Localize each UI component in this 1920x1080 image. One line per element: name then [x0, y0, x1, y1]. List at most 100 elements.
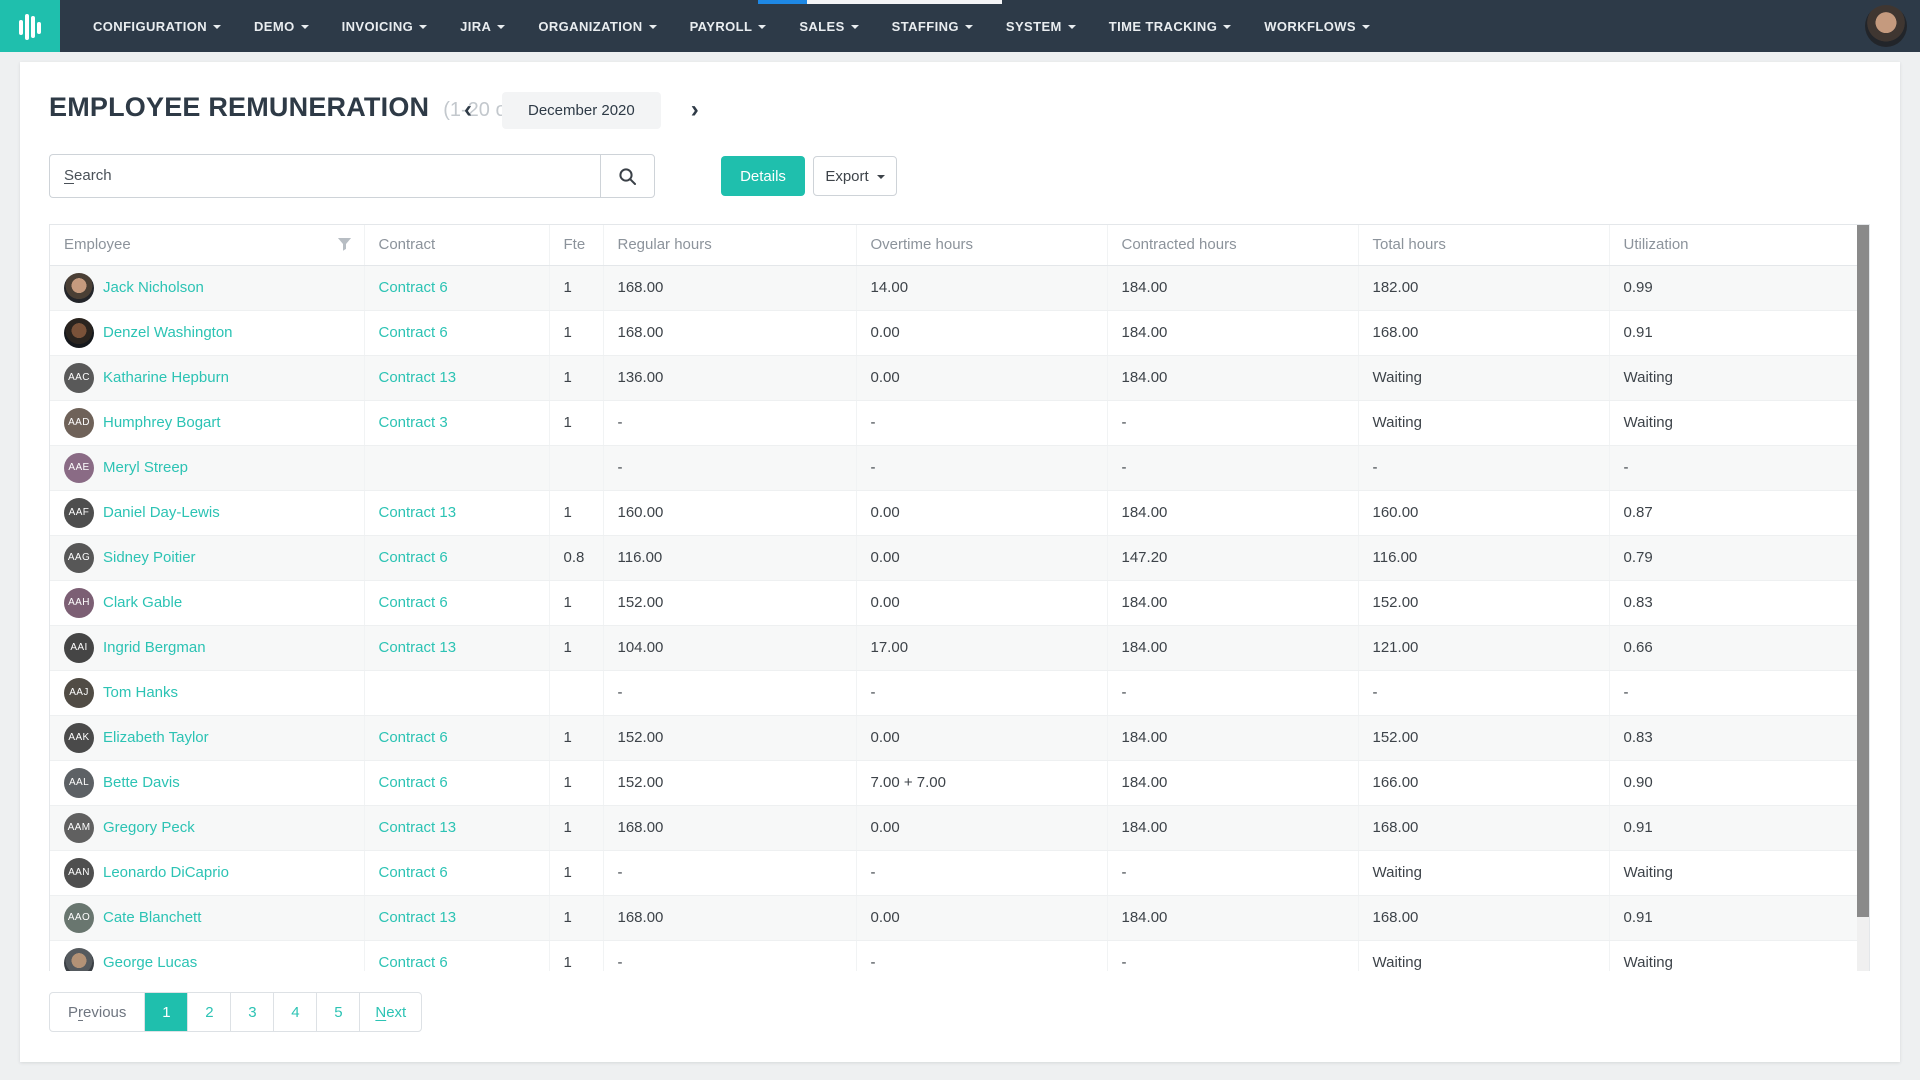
cell-fte: 1	[549, 490, 603, 535]
cell-overtime-hours: -	[856, 445, 1107, 490]
contract-link[interactable]: Contract 6	[379, 729, 448, 746]
column-header-utilization[interactable]: Utilization	[1609, 225, 1859, 265]
column-header-contracted[interactable]: Contracted hours	[1107, 225, 1358, 265]
contract-link[interactable]: Contract 6	[379, 549, 448, 566]
column-header-fte[interactable]: Fte	[549, 225, 603, 265]
cell-contracted-hours: 184.00	[1107, 625, 1358, 670]
employee-link[interactable]: Sidney Poitier	[103, 549, 196, 566]
nav-item-payroll[interactable]: PAYROLL	[690, 19, 767, 34]
nav-item-organization[interactable]: ORGANIZATION	[538, 19, 656, 34]
cell-contracted-hours: 184.00	[1107, 265, 1358, 310]
employee-link[interactable]: Gregory Peck	[103, 819, 195, 836]
table-row: AADHumphrey BogartContract 31---WaitingW…	[50, 400, 1859, 445]
search-input[interactable]	[49, 154, 600, 198]
cell-utilization: 0.90	[1609, 760, 1859, 805]
employee-link[interactable]: Meryl Streep	[103, 459, 188, 476]
contract-link[interactable]: Contract 6	[379, 954, 448, 971]
contract-link[interactable]: Contract 13	[379, 369, 457, 386]
nav-item-invoicing[interactable]: INVOICING	[342, 19, 428, 34]
table-scrollbar[interactable]	[1857, 225, 1869, 971]
app-logo[interactable]	[0, 0, 60, 52]
contract-link[interactable]: Contract 6	[379, 324, 448, 341]
employee-link[interactable]: Daniel Day-Lewis	[103, 504, 220, 521]
table-row: AALBette DavisContract 61152.007.00 + 7.…	[50, 760, 1859, 805]
cell-overtime-hours: 7.00 + 7.00	[856, 760, 1107, 805]
nav-item-staffing[interactable]: STAFFING	[892, 19, 973, 34]
nav-item-sales[interactable]: SALES	[799, 19, 858, 34]
employee-link[interactable]: Katharine Hepburn	[103, 369, 229, 386]
cell-utilization: 0.91	[1609, 805, 1859, 850]
contract-link[interactable]: Contract 13	[379, 639, 457, 656]
column-header-label: Regular hours	[618, 236, 712, 253]
contract-link[interactable]: Contract 13	[379, 909, 457, 926]
search-button[interactable]	[600, 154, 655, 198]
cell-employee: Jack Nicholson	[50, 265, 364, 310]
cell-total-hours: 182.00	[1358, 265, 1609, 310]
nav-item-demo[interactable]: DEMO	[254, 19, 309, 34]
contract-link[interactable]: Contract 13	[379, 819, 457, 836]
contract-link[interactable]: Contract 3	[379, 414, 448, 431]
nav-item-workflows[interactable]: WORKFLOWS	[1264, 19, 1370, 34]
nav-item-label: CONFIGURATION	[93, 19, 207, 34]
cell-fte: 1	[549, 265, 603, 310]
employee-link[interactable]: Bette Davis	[103, 774, 180, 791]
cell-regular-hours: 104.00	[603, 625, 856, 670]
contract-link[interactable]: Contract 6	[379, 279, 448, 296]
employee-link[interactable]: Ingrid Bergman	[103, 639, 206, 656]
export-button[interactable]: Export	[813, 156, 897, 196]
cell-contracted-hours: -	[1107, 400, 1358, 445]
cell-utilization: -	[1609, 445, 1859, 490]
details-button[interactable]: Details	[721, 156, 805, 196]
employee-link[interactable]: Leonardo DiCaprio	[103, 864, 229, 881]
user-avatar[interactable]	[1865, 5, 1907, 47]
cell-total-hours: 168.00	[1358, 310, 1609, 355]
column-header-regular[interactable]: Regular hours	[603, 225, 856, 265]
employee-link[interactable]: Jack Nicholson	[103, 279, 204, 296]
pagination-page-1[interactable]: 1	[145, 993, 188, 1031]
nav-item-time-tracking[interactable]: TIME TRACKING	[1109, 19, 1231, 34]
chevron-down-icon	[649, 25, 657, 29]
pagination-page-5[interactable]: 5	[317, 993, 360, 1031]
cell-employee: AAEMeryl Streep	[50, 445, 364, 490]
nav-item-jira[interactable]: JIRA	[460, 19, 505, 34]
cell-regular-hours: 168.00	[603, 310, 856, 355]
export-button-label: Export	[825, 168, 868, 185]
cell-total-hours: Waiting	[1358, 400, 1609, 445]
pagination-next[interactable]: Next	[360, 993, 421, 1031]
employee-link[interactable]: Tom Hanks	[103, 684, 178, 701]
cell-contracted-hours: 184.00	[1107, 895, 1358, 940]
cell-employee: AAI Ingrid Bergman	[50, 625, 364, 670]
contract-link[interactable]: Contract 13	[379, 504, 457, 521]
table-scrollbar-thumb[interactable]	[1857, 225, 1869, 917]
column-header-overtime[interactable]: Overtime hours	[856, 225, 1107, 265]
contract-link[interactable]: Contract 6	[379, 774, 448, 791]
employee-link[interactable]: Clark Gable	[103, 594, 182, 611]
pagination-page-4[interactable]: 4	[274, 993, 317, 1031]
cell-regular-hours: -	[603, 940, 856, 971]
nav-item-label: WORKFLOWS	[1264, 19, 1356, 34]
pagination-page-2[interactable]: 2	[188, 993, 231, 1031]
employee-link[interactable]: Denzel Washington	[103, 324, 233, 341]
content-card: EMPLOYEE REMUNERATION (1-20 of 788) ‹ De…	[20, 62, 1900, 1062]
employee-link[interactable]: George Lucas	[103, 954, 197, 971]
pagination-page-3[interactable]: 3	[231, 993, 274, 1031]
column-header-total[interactable]: Total hours	[1358, 225, 1609, 265]
previous-month-button[interactable]: ‹	[460, 98, 476, 122]
column-header-label: Utilization	[1624, 236, 1689, 253]
cell-utilization: 0.83	[1609, 580, 1859, 625]
employee-link[interactable]: Cate Blanchett	[103, 909, 201, 926]
contract-link[interactable]: Contract 6	[379, 864, 448, 881]
employee-link[interactable]: Elizabeth Taylor	[103, 729, 209, 746]
nav-item-configuration[interactable]: CONFIGURATION	[93, 19, 221, 34]
nav-item-system[interactable]: SYSTEM	[1006, 19, 1076, 34]
avatar: AAI	[64, 633, 94, 663]
filter-icon[interactable]	[337, 237, 352, 256]
column-header-employee[interactable]: Employee	[50, 225, 364, 265]
pagination-previous[interactable]: Previous	[50, 993, 145, 1031]
avatar: AAH	[64, 588, 94, 618]
employee-link[interactable]: Humphrey Bogart	[103, 414, 221, 431]
next-month-button[interactable]: ›	[687, 98, 703, 122]
contract-link[interactable]: Contract 6	[379, 594, 448, 611]
column-header-contract[interactable]: Contract	[364, 225, 549, 265]
period-chip[interactable]: December 2020	[502, 92, 661, 129]
